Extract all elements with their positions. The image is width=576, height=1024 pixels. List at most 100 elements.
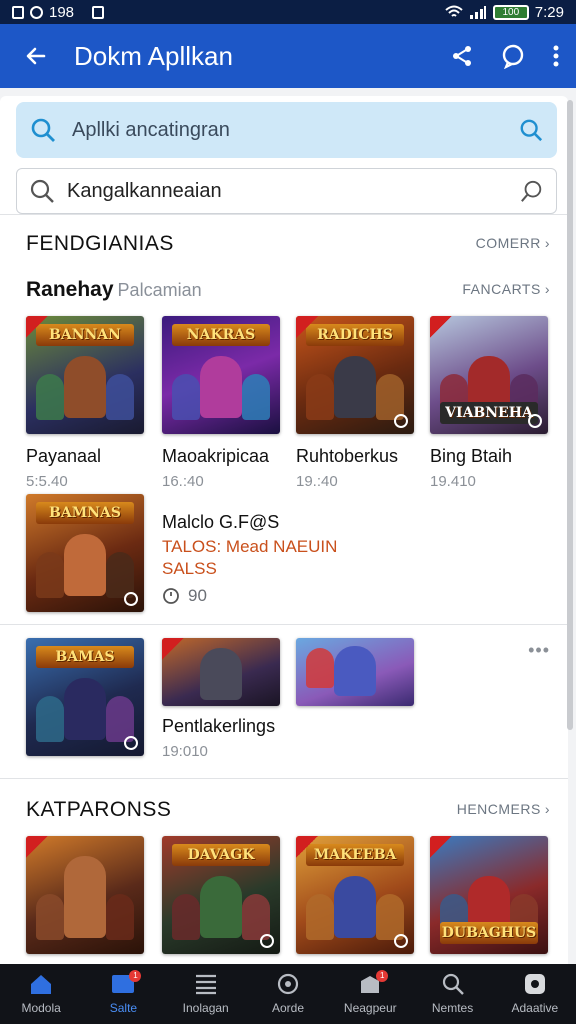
promo-flag-icon bbox=[430, 836, 452, 858]
nav-label: Inolagan bbox=[182, 1001, 229, 1015]
game-banner: DAVAGK bbox=[172, 844, 270, 866]
app-tile-9[interactable]: DAVAGK bbox=[162, 836, 280, 954]
nav-item-inolagan[interactable]: Inolagan bbox=[165, 964, 247, 1024]
app-icon bbox=[523, 973, 547, 995]
featured-app-tag: TALOS: Mead NAEUIN bbox=[162, 537, 338, 556]
app-name[interactable]: Maoakripicaa bbox=[162, 446, 269, 467]
promo-flag-icon bbox=[296, 316, 318, 338]
app-bar: Dokm Apllkan bbox=[0, 24, 576, 88]
status-time: 7:29 bbox=[534, 3, 564, 21]
app-tile-8[interactable] bbox=[26, 836, 144, 954]
sync-icon bbox=[30, 5, 43, 19]
promo-flag-icon bbox=[26, 836, 48, 858]
nav-label: Salte bbox=[109, 1001, 138, 1015]
status-left-text: 198 bbox=[49, 3, 75, 21]
chevron-right-icon: › bbox=[544, 801, 550, 817]
search-field[interactable]: Kangalkanneaian bbox=[16, 168, 557, 214]
nav-label: Neagpeur bbox=[343, 1001, 397, 1015]
more-horiz-icon[interactable]: ••• bbox=[528, 640, 550, 661]
battery-icon: 100 bbox=[492, 4, 529, 20]
nav-item-nemtes[interactable]: Nemtes bbox=[411, 964, 493, 1024]
badge-icon bbox=[260, 934, 274, 948]
content-panel: Apllki ancatingran Kangalkanneaian FENDG… bbox=[0, 96, 568, 964]
section-see-more-link[interactable]: HENCMERS › bbox=[457, 801, 550, 817]
badge-icon bbox=[394, 934, 408, 948]
nav-label: Adaative bbox=[511, 1001, 559, 1015]
app-tile-10[interactable]: MAKEEBA bbox=[296, 836, 414, 954]
featured-app-tile[interactable]: BAMNAS bbox=[26, 494, 144, 612]
app-tile-7[interactable] bbox=[296, 638, 414, 706]
nav-item-adaative[interactable]: Adaative bbox=[494, 964, 576, 1024]
section-see-more-link[interactable]: COMERR › bbox=[476, 235, 550, 251]
app-name[interactable]: Payanaal bbox=[26, 446, 101, 467]
nav-item-aorde[interactable]: Aorde bbox=[247, 964, 329, 1024]
badge-icon bbox=[394, 414, 408, 428]
game-banner: NAKRAS bbox=[172, 324, 270, 346]
app-tile-11[interactable]: DUBAGHUS bbox=[430, 836, 548, 954]
shield-icon bbox=[92, 5, 105, 19]
list-icon bbox=[194, 973, 218, 995]
promo-flag-icon bbox=[296, 836, 318, 858]
game-banner: DUBAGHUS bbox=[440, 922, 538, 944]
game-banner: VIABNEHA bbox=[440, 402, 538, 424]
promo-flag-icon bbox=[162, 638, 184, 660]
nav-item-salte[interactable]: 1 Salte bbox=[82, 964, 164, 1024]
featured-app-rating: 90 bbox=[162, 586, 207, 606]
search-submit-icon[interactable] bbox=[519, 118, 543, 142]
app-name[interactable]: Pentlakerlings bbox=[162, 716, 275, 737]
promo-flag-icon bbox=[26, 316, 48, 338]
chat-icon[interactable] bbox=[500, 43, 526, 69]
app-meta: 5:5.40 bbox=[26, 473, 68, 490]
app-meta: 19:010 bbox=[162, 743, 208, 760]
search-submit-icon[interactable] bbox=[520, 179, 544, 203]
nav-item-modola[interactable]: Modola bbox=[0, 964, 82, 1024]
game-banner: BANNAN bbox=[36, 324, 134, 346]
game-banner: MAKEEBA bbox=[306, 844, 404, 866]
back-arrow-icon[interactable] bbox=[16, 44, 56, 68]
badge-icon bbox=[528, 414, 542, 428]
subsection-more-link[interactable]: FANCARTS › bbox=[462, 281, 550, 297]
subsection-more-label: FANCARTS bbox=[462, 281, 541, 297]
app-name[interactable]: Bing Btaih bbox=[430, 446, 512, 467]
nav-item-neagpeur[interactable]: 1 Neagpeur bbox=[329, 964, 411, 1024]
share-icon[interactable] bbox=[450, 44, 474, 68]
notification-icon bbox=[12, 5, 24, 19]
section-see-more-label: HENCMERS bbox=[456, 801, 541, 817]
divider bbox=[0, 214, 568, 215]
subsection-title-text: Ranehay bbox=[26, 278, 114, 301]
nav-label: Modola bbox=[21, 1001, 61, 1015]
badge-icon bbox=[124, 592, 138, 606]
app-meta: 19.410 bbox=[430, 473, 476, 490]
status-bar: 198 100 7:29 bbox=[0, 0, 576, 24]
app-meta: 19.:40 bbox=[296, 473, 338, 490]
section-see-more-label: COMERR bbox=[475, 235, 541, 251]
bottom-navigation: Modola 1 Salte Inolagan Aorde 1 Neagpeur… bbox=[0, 964, 576, 1024]
scrollbar[interactable] bbox=[567, 100, 573, 730]
app-tile-1[interactable]: BANNAN bbox=[26, 316, 144, 434]
search-icon bbox=[441, 973, 465, 995]
app-name[interactable]: Ruhtoberkus bbox=[296, 446, 398, 467]
featured-app-name[interactable]: Malclo G.F@S bbox=[162, 512, 279, 533]
badge-icon bbox=[124, 736, 138, 750]
signal-icon bbox=[469, 6, 486, 19]
nav-label: Aorde bbox=[271, 1001, 304, 1015]
section-title: FENDGIANIAS bbox=[26, 232, 174, 255]
search-bar-primary[interactable]: Apllki ancatingran bbox=[16, 102, 557, 158]
nav-label: Nemtes bbox=[431, 1001, 474, 1015]
chevron-right-icon: › bbox=[544, 281, 550, 297]
search-icon bbox=[31, 118, 55, 142]
home-icon bbox=[29, 973, 53, 995]
chevron-right-icon: › bbox=[544, 235, 550, 251]
more-vert-icon[interactable] bbox=[552, 44, 560, 68]
featured-app-price: SALSS bbox=[162, 559, 217, 578]
app-tile-6[interactable] bbox=[162, 638, 280, 706]
app-tile-2[interactable]: NAKRAS bbox=[162, 316, 280, 434]
app-tile-5[interactable]: BAMAS bbox=[26, 638, 144, 756]
search-field-value: Kangalkanneaian bbox=[67, 179, 222, 202]
game-banner: RADICHS bbox=[306, 324, 404, 346]
section-title: KATPARONSS bbox=[26, 798, 172, 821]
notification-badge: 1 bbox=[376, 970, 389, 982]
app-tile-4[interactable]: VIABNEHA bbox=[430, 316, 548, 434]
app-tile-3[interactable]: RADICHS bbox=[296, 316, 414, 434]
circle-icon bbox=[276, 973, 300, 995]
